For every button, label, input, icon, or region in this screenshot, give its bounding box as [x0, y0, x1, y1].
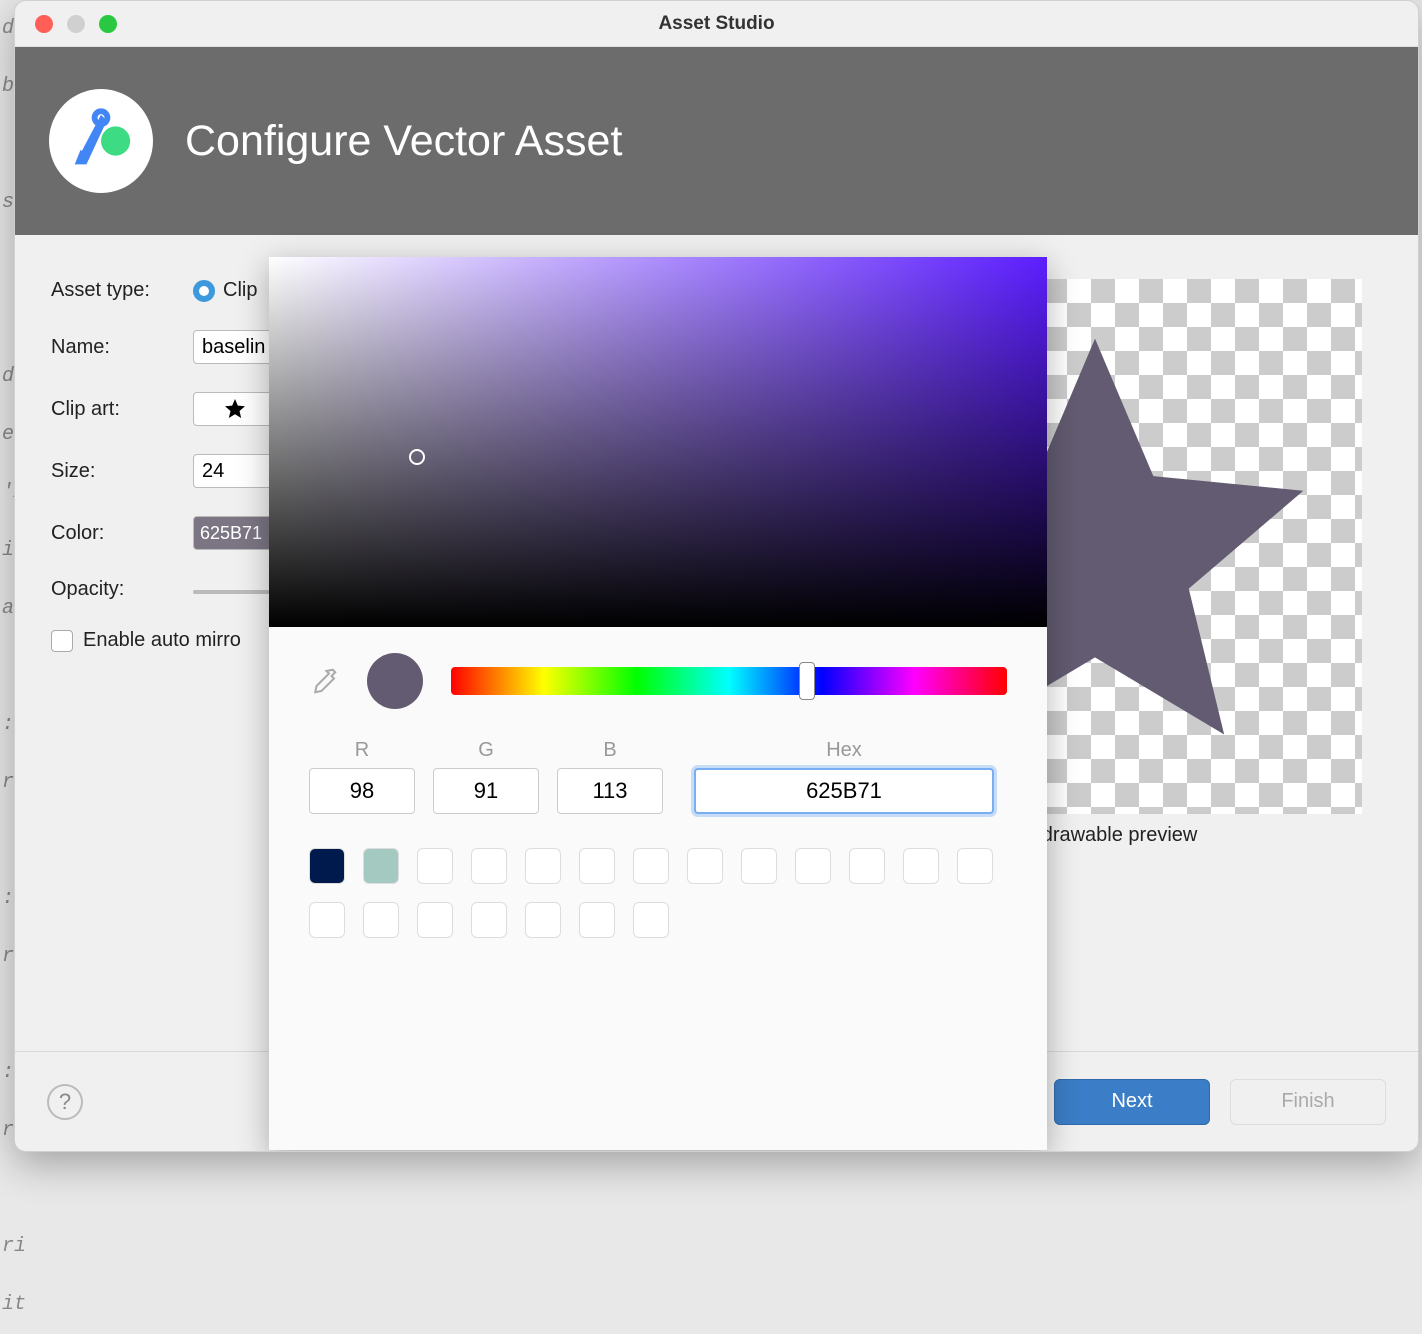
finish-button: Finish: [1230, 1079, 1386, 1125]
r-label: R: [355, 739, 369, 762]
opacity-slider[interactable]: [193, 590, 277, 594]
name-input[interactable]: [193, 330, 277, 364]
asset-type-radio-clipart[interactable]: Clip: [193, 279, 257, 302]
asset-type-option-label: Clip: [223, 279, 257, 302]
b-input[interactable]: [557, 768, 663, 814]
asset-studio-dialog: Asset Studio Configure Vector Asset Asse…: [14, 0, 1419, 1152]
swatch-empty[interactable]: [417, 902, 453, 938]
swatch-empty[interactable]: [417, 848, 453, 884]
auto-mirror-label: Enable auto mirro: [83, 629, 241, 652]
g-label: G: [478, 739, 494, 762]
swatch-empty[interactable]: [471, 848, 507, 884]
android-studio-icon: [49, 89, 153, 193]
hex-input[interactable]: [694, 768, 994, 814]
auto-mirror-checkbox[interactable]: [51, 630, 73, 652]
saturation-value-panel[interactable]: [269, 257, 1047, 627]
eyedropper-icon[interactable]: [309, 666, 339, 696]
swatch-preset[interactable]: [363, 848, 399, 884]
current-color-swatch: [367, 653, 423, 709]
swatch-empty[interactable]: [363, 902, 399, 938]
swatch-preset[interactable]: [309, 848, 345, 884]
swatch-empty[interactable]: [741, 848, 777, 884]
swatch-empty[interactable]: [525, 848, 561, 884]
swatch-empty[interactable]: [687, 848, 723, 884]
sv-cursor-icon: [409, 449, 425, 465]
header-title: Configure Vector Asset: [185, 117, 622, 166]
name-label: Name:: [51, 336, 193, 359]
swatch-empty[interactable]: [795, 848, 831, 884]
swatch-empty[interactable]: [957, 848, 993, 884]
opacity-label: Opacity:: [51, 578, 193, 601]
hue-slider[interactable]: [451, 667, 1007, 695]
color-input[interactable]: 625B71: [193, 516, 277, 550]
next-button[interactable]: Next: [1054, 1079, 1210, 1125]
swatch-empty[interactable]: [633, 848, 669, 884]
swatch-empty[interactable]: [579, 848, 615, 884]
hex-label: Hex: [826, 739, 862, 762]
size-label: Size:: [51, 460, 193, 483]
radio-selected-icon: [193, 280, 215, 302]
clipart-button[interactable]: [193, 392, 277, 426]
swatch-empty[interactable]: [471, 902, 507, 938]
clipart-label: Clip art:: [51, 398, 193, 421]
star-icon: [223, 397, 247, 421]
color-picker-popup: R G B Hex: [269, 257, 1047, 1150]
swatch-empty[interactable]: [579, 902, 615, 938]
window-title: Asset Studio: [15, 13, 1418, 35]
size-input[interactable]: [193, 454, 277, 488]
r-input[interactable]: [309, 768, 415, 814]
hue-handle[interactable]: [799, 662, 815, 700]
swatch-grid: [269, 834, 1047, 952]
swatch-empty[interactable]: [849, 848, 885, 884]
help-button[interactable]: ?: [47, 1084, 83, 1120]
g-input[interactable]: [433, 768, 539, 814]
swatch-empty[interactable]: [525, 902, 561, 938]
header-banner: Configure Vector Asset: [15, 47, 1418, 235]
swatch-empty[interactable]: [633, 902, 669, 938]
asset-type-label: Asset type:: [51, 279, 193, 302]
b-label: B: [603, 739, 616, 762]
swatch-empty[interactable]: [309, 902, 345, 938]
titlebar: Asset Studio: [15, 1, 1418, 47]
swatch-empty[interactable]: [903, 848, 939, 884]
color-label: Color:: [51, 522, 193, 545]
